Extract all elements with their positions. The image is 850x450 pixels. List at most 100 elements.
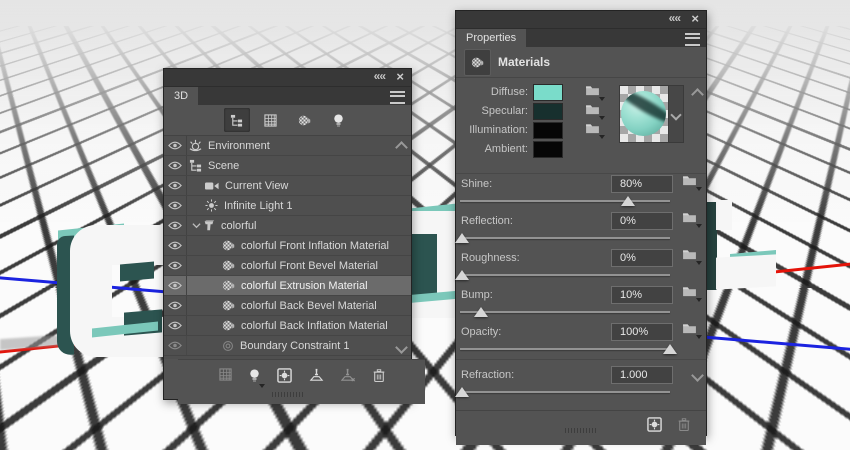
eye-toggle[interactable] <box>164 316 187 335</box>
reflection-slider-thumb[interactable] <box>455 233 469 243</box>
reflection-slider[interactable] <box>460 237 670 239</box>
tab-properties[interactable]: Properties <box>456 29 526 47</box>
opacity-control: Opacity:100% <box>456 322 706 359</box>
illumination-texture-folder[interactable] <box>585 123 600 137</box>
roughness-slider-thumb[interactable] <box>455 270 469 280</box>
roughness-value-field[interactable]: 0% <box>611 249 673 267</box>
move-to-ground-button[interactable] <box>309 368 324 385</box>
eye-icon <box>168 301 182 310</box>
illumination-row: Illumination: <box>456 122 600 138</box>
list-item[interactable]: colorful Back Inflation Material <box>164 316 411 336</box>
bump-slider-thumb[interactable] <box>474 307 488 317</box>
opacity-slider[interactable] <box>460 348 670 350</box>
diffuse-texture-folder[interactable] <box>585 85 600 99</box>
material-preview-sphere[interactable] <box>619 85 669 143</box>
shine-label: Shine: <box>461 178 492 190</box>
preview-sphere <box>621 91 666 136</box>
eye-toggle[interactable] <box>164 216 187 235</box>
document-canvas[interactable] <box>0 0 850 450</box>
eye-icon <box>168 141 182 150</box>
collapse-panel-icon[interactable]: «« <box>374 69 385 83</box>
specular-texture-folder[interactable] <box>585 104 600 118</box>
list-item[interactable]: colorful Extrusion Material <box>164 276 411 296</box>
delete-button[interactable] <box>373 368 385 386</box>
add-mesh-button <box>219 368 232 384</box>
eye-icon <box>168 161 182 170</box>
chevron-down-icon <box>696 261 702 265</box>
close-panel-icon[interactable]: × <box>691 11 699 26</box>
list-item[interactable]: Environment <box>164 136 411 156</box>
eye-toggle[interactable] <box>164 256 187 275</box>
list-item[interactable]: Boundary Constraint 1 <box>164 336 411 356</box>
ambient-swatch[interactable] <box>533 141 563 158</box>
tab-3d[interactable]: 3D <box>164 87 198 105</box>
environment-icon <box>189 139 202 152</box>
refraction-slider-thumb[interactable] <box>455 387 469 397</box>
add-light-button[interactable] <box>249 368 260 386</box>
shine-slider-thumb[interactable] <box>621 196 635 206</box>
list-item[interactable]: colorful Front Bevel Material <box>164 256 411 276</box>
filter-meshes-icon[interactable] <box>258 108 284 132</box>
shine-control: Shine: 80% <box>456 174 706 211</box>
new-material-button[interactable] <box>647 417 662 435</box>
eye-toggle[interactable] <box>164 136 187 155</box>
eye-icon <box>168 221 182 230</box>
shine-texture-folder[interactable] <box>682 175 697 189</box>
bump-value-field[interactable]: 10% <box>611 286 673 304</box>
eye-toggle[interactable] <box>164 336 187 355</box>
add-environment-button[interactable] <box>277 368 292 386</box>
shine-value-field[interactable]: 80% <box>611 175 673 193</box>
roughness-slider[interactable] <box>460 274 670 276</box>
eye-toggle[interactable] <box>164 156 187 175</box>
roughness-texture-folder[interactable] <box>682 249 697 263</box>
opacity-texture-folder[interactable] <box>682 323 697 337</box>
list-item[interactable]: Scene <box>164 156 411 176</box>
close-panel-icon[interactable]: × <box>396 69 404 84</box>
bump-texture-folder[interactable] <box>682 286 697 300</box>
refraction-value-field[interactable]: 1.000 <box>611 366 673 384</box>
illumination-swatch[interactable] <box>533 122 563 139</box>
scene-tree-list: Environment Scene Current View Infinite Lig… <box>164 135 411 359</box>
list-item[interactable]: colorful Back Bevel Material <box>164 296 411 316</box>
material-picker-dropdown[interactable] <box>668 85 684 143</box>
eye-toggle[interactable] <box>164 196 187 215</box>
diffuse-swatch[interactable] <box>533 84 563 101</box>
resize-gripper[interactable] <box>565 428 597 433</box>
panel-menu-icon[interactable] <box>685 33 700 46</box>
list-item-label: Scene <box>208 160 239 172</box>
eye-toggle[interactable] <box>164 236 187 255</box>
eye-toggle[interactable] <box>164 276 187 295</box>
reflection-texture-folder[interactable] <box>682 212 697 226</box>
expand-chevron-icon[interactable] <box>192 220 201 232</box>
specular-swatch[interactable] <box>533 103 563 120</box>
bump-slider[interactable] <box>460 311 670 313</box>
list-item-label: Infinite Light 1 <box>224 200 293 212</box>
panel-menu-icon[interactable] <box>390 91 405 104</box>
opacity-value-field[interactable]: 100% <box>611 323 673 341</box>
reflection-value-field[interactable]: 0% <box>611 212 673 230</box>
eye-icon <box>168 261 182 270</box>
filter-lights-icon[interactable] <box>326 108 352 132</box>
refraction-slider[interactable] <box>460 391 670 393</box>
letter-c-face[interactable] <box>70 225 170 357</box>
list-item[interactable]: colorful <box>164 216 411 236</box>
refraction-label: Refraction: <box>461 369 514 381</box>
eye-icon <box>168 341 182 350</box>
eye-icon <box>168 321 182 330</box>
filter-materials-icon[interactable] <box>292 108 318 132</box>
opacity-slider-thumb[interactable] <box>663 344 677 354</box>
eye-toggle[interactable] <box>164 296 187 315</box>
resize-gripper[interactable] <box>272 392 304 397</box>
letter-right-face-bottom[interactable] <box>716 254 776 289</box>
list-item[interactable]: colorful Front Inflation Material <box>164 236 411 256</box>
letter-right-face-top[interactable] <box>716 200 732 230</box>
filter-scene-icon[interactable] <box>224 108 250 132</box>
list-item[interactable]: Infinite Light 1 <box>164 196 411 216</box>
3d-panel-toolbar <box>178 359 425 404</box>
shine-slider[interactable] <box>460 200 670 202</box>
list-item[interactable]: Current View <box>164 176 411 196</box>
properties-panel: «« × Properties Materials Diffuse:Specul… <box>455 10 707 436</box>
eye-toggle[interactable] <box>164 176 187 195</box>
collapse-panel-icon[interactable]: «« <box>669 11 680 25</box>
bump-control: Bump:10% <box>456 285 706 322</box>
